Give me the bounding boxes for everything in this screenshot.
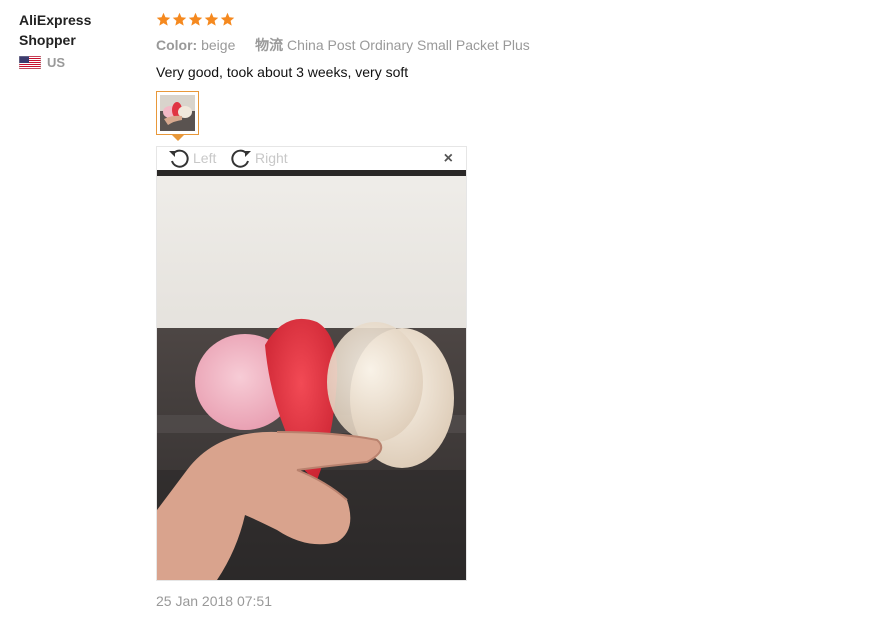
review-photo-image: [157, 170, 466, 580]
thumbnail-active-indicator: [172, 135, 184, 141]
star-icon: [188, 12, 203, 26]
reviewer-name: AliExpress Shopper: [19, 12, 92, 48]
review-attributes: Color: beige 物流 China Post Ordinary Smal…: [156, 36, 856, 54]
color-value: beige: [201, 37, 236, 53]
rotate-left-label: Left: [193, 150, 217, 166]
photo-viewer: Left Right ×: [156, 146, 467, 581]
logistics-label: 物流: [255, 37, 284, 53]
star-rating: [156, 10, 856, 28]
review-body: Color: beige 物流 China Post Ordinary Smal…: [156, 10, 856, 81]
viewer-toolbar: Left Right ×: [157, 147, 466, 170]
rotate-right-icon: [231, 149, 251, 168]
rotate-left-icon: [169, 149, 189, 168]
star-icon: [172, 12, 187, 26]
rotate-right-label: Right: [255, 150, 288, 166]
color-label: Color:: [156, 37, 198, 53]
rotate-right-button[interactable]: Right: [229, 147, 288, 169]
review-photo-thumbnail[interactable]: [156, 91, 199, 135]
review-text: Very good, took about 3 weeks, very soft: [156, 64, 409, 80]
reviewer-country: US: [19, 55, 139, 70]
star-icon: [204, 12, 219, 26]
logistics-value: China Post Ordinary Small Packet Plus: [287, 37, 530, 53]
close-viewer-button[interactable]: ×: [444, 151, 453, 167]
review-photo-large: [157, 170, 466, 580]
reviewer-info: AliExpress Shopper US: [19, 10, 139, 70]
country-code: US: [47, 55, 66, 70]
review-date: 25 Jan 2018 07:51: [156, 593, 272, 609]
star-icon: [156, 12, 171, 26]
rotate-left-button[interactable]: Left: [167, 147, 216, 169]
star-icon: [220, 12, 235, 26]
thumbnail-image: [160, 95, 195, 131]
us-flag-icon: [19, 56, 41, 69]
